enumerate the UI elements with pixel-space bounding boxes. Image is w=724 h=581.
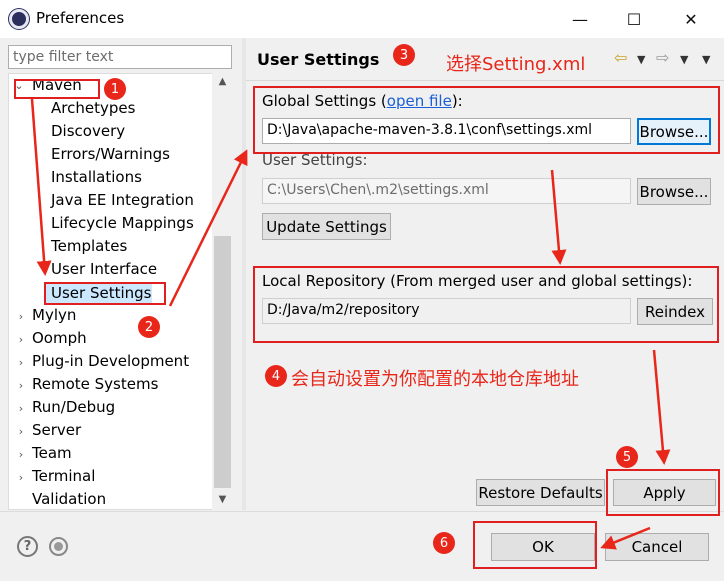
arrow-maven-to-user-settings: [30, 98, 52, 276]
arrow-to-local-repo: [550, 169, 567, 265]
arrow-to-ok: [600, 526, 651, 550]
arrow-to-global: [168, 149, 248, 307]
annotation-arrows: [30, 98, 671, 550]
arrow-to-apply: [652, 349, 671, 465]
